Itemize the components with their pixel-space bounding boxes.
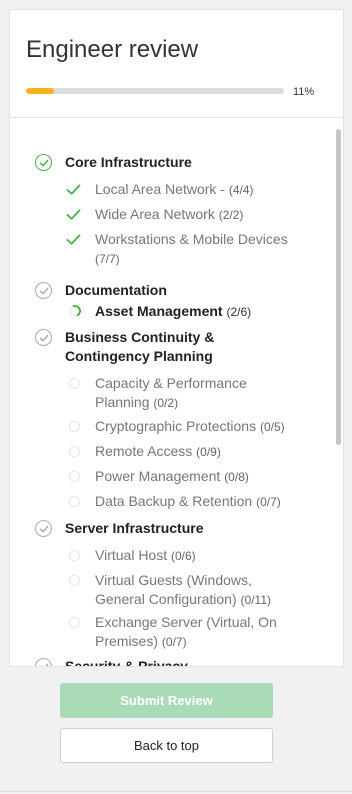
section-header[interactable]: Documentation xyxy=(10,281,328,300)
progress-percent: 11% xyxy=(293,86,315,98)
item-count: (0/5) xyxy=(259,420,285,434)
checklist-item[interactable]: Asset Management (2/6) xyxy=(10,302,328,322)
item-count: (0/9) xyxy=(196,445,221,459)
checklist-item[interactable]: Power Management (0/8) xyxy=(10,467,328,487)
review-panel: Engineer review 11% Core Infrastructure L… xyxy=(9,9,344,667)
checklist-scroll-area[interactable]: Core Infrastructure Local Area Network - … xyxy=(10,119,343,666)
item-label: Local Area Network - xyxy=(95,181,229,197)
checklist-item[interactable]: Wide Area Network (2/2) xyxy=(10,205,328,225)
section-header[interactable]: Server Infrastructure xyxy=(10,519,328,538)
item-label: Data Backup & Retention xyxy=(95,493,257,509)
item-label: Virtual Guests (Windows, General Configu… xyxy=(95,572,252,607)
checklist-item[interactable]: Remote Access (0/9) xyxy=(10,442,328,462)
checklist-item[interactable]: Local Area Network - (4/4) xyxy=(10,180,328,200)
section-label: Core Infrastructure xyxy=(65,154,192,170)
check-circle-outline-icon xyxy=(35,520,52,537)
item-count: (0/6) xyxy=(171,549,196,563)
section-label: Security & Privacy xyxy=(65,658,188,666)
item-count: (0/2) xyxy=(153,396,179,410)
loading-spinner-icon xyxy=(67,303,83,319)
checklist-item[interactable]: Capacity & Performance Planning (0/2) xyxy=(10,374,328,413)
pending-circle-icon xyxy=(69,421,80,432)
section-label: Server Infrastructure xyxy=(65,520,204,536)
item-label: Wide Area Network xyxy=(95,206,219,222)
checklist-item[interactable]: Virtual Host (0/6) xyxy=(10,546,328,566)
back-to-top-button[interactable]: Back to top xyxy=(60,728,273,763)
item-count: (4/4) xyxy=(228,183,254,197)
check-circle-icon xyxy=(35,154,52,171)
section-header[interactable]: Core Infrastructure xyxy=(10,153,328,172)
item-count: (0/7) xyxy=(256,495,281,509)
checklist-item[interactable]: Exchange Server (Virtual, On Premises) (… xyxy=(10,613,328,652)
checklist-item[interactable]: Data Backup & Retention (0/7) xyxy=(10,492,328,512)
item-label: Workstations & Mobile Devices xyxy=(95,231,288,247)
check-circle-outline-icon xyxy=(35,658,52,666)
checklist-item[interactable]: Cryptographic Protections (0/5) xyxy=(10,417,328,437)
item-count: (2/2) xyxy=(218,208,244,222)
check-circle-outline-icon xyxy=(35,329,52,346)
scrollbar-thumb[interactable] xyxy=(336,129,341,445)
section-header[interactable]: Business Continuity & Contingency Planni… xyxy=(10,328,328,366)
progress-fill xyxy=(26,88,55,94)
item-count: (0/11) xyxy=(240,593,271,607)
section-header[interactable]: Security & Privacy xyxy=(10,657,328,666)
checklist-item[interactable]: Workstations & Mobile Devices (7/7) xyxy=(10,230,328,269)
item-label: Asset Management xyxy=(95,303,227,319)
item-label: Remote Access xyxy=(95,443,197,459)
progress-bar xyxy=(26,88,284,94)
item-count: (0/7) xyxy=(161,635,187,649)
pending-circle-icon xyxy=(69,550,80,561)
item-count: (0/8) xyxy=(224,470,249,484)
pending-circle-icon xyxy=(69,471,80,482)
item-label: Virtual Host xyxy=(95,547,171,563)
pending-circle-icon xyxy=(69,496,80,507)
item-count: (7/7) xyxy=(95,252,120,266)
check-icon xyxy=(66,182,81,197)
item-count: (2/6) xyxy=(226,305,252,319)
check-icon xyxy=(66,232,81,247)
page-title: Engineer review xyxy=(26,36,199,63)
submit-review-button[interactable]: Submit Review xyxy=(60,683,273,718)
check-icon xyxy=(66,207,81,222)
pending-circle-icon xyxy=(69,378,80,389)
section-label: Business Continuity & Contingency Planni… xyxy=(65,329,215,364)
checklist-item[interactable]: Virtual Guests (Windows, General Configu… xyxy=(10,571,328,610)
pending-circle-icon xyxy=(69,617,80,628)
check-circle-outline-icon xyxy=(35,282,52,299)
divider xyxy=(0,791,352,792)
section-label: Documentation xyxy=(65,282,167,298)
pending-circle-icon xyxy=(69,575,80,586)
item-label: Power Management xyxy=(95,468,225,484)
review-header: Engineer review 11% xyxy=(10,10,343,118)
pending-circle-icon xyxy=(69,446,80,457)
item-label: Cryptographic Protections xyxy=(95,418,260,434)
